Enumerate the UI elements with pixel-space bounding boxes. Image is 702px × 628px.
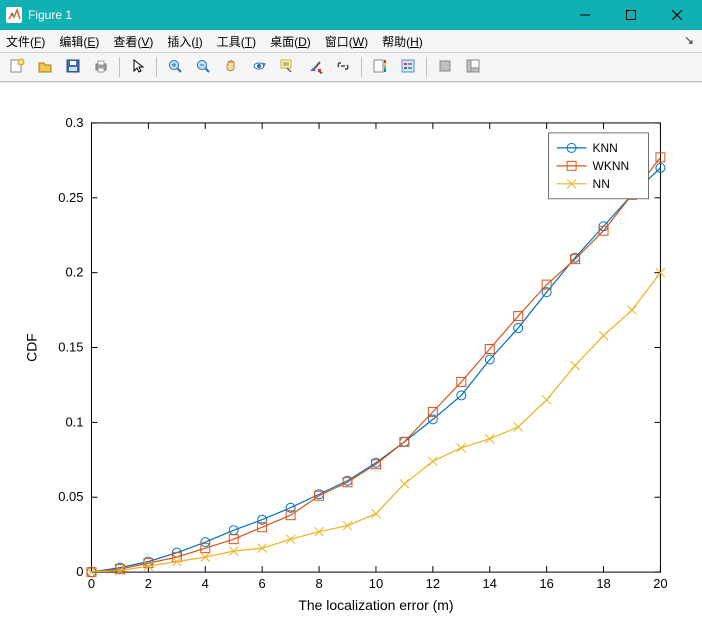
- open-file-button[interactable]: [32, 54, 58, 80]
- menu-file[interactable]: 文件(F): [6, 33, 45, 50]
- pointer-icon: [130, 58, 146, 77]
- zoom-in-icon: [167, 58, 183, 77]
- minimize-button[interactable]: [562, 0, 608, 30]
- figure-window: Figure 1 文件(F) 编辑(E) 查看(V) 插入(I) 工具(T) 桌…: [0, 0, 702, 628]
- titlebar: Figure 1: [0, 0, 702, 30]
- xtick-label: 8: [315, 576, 322, 591]
- ytick-label: 0.15: [58, 340, 83, 355]
- zoom-out-icon: [195, 58, 211, 77]
- zoom-out-button[interactable]: [190, 54, 216, 80]
- insert-legend-button[interactable]: [395, 54, 421, 80]
- ytick-label: 0.25: [58, 190, 83, 205]
- new-figure-icon: [9, 58, 25, 77]
- ytick-label: 0.1: [65, 414, 83, 429]
- xtick-label: 4: [202, 576, 209, 591]
- menu-desktop[interactable]: 桌面(D): [270, 33, 311, 50]
- legend-label: KNN: [593, 141, 618, 155]
- pan-button[interactable]: [218, 54, 244, 80]
- brush-button[interactable]: [302, 54, 328, 80]
- xtick-label: 14: [483, 576, 497, 591]
- menu-tools[interactable]: 工具(T): [217, 33, 256, 50]
- legend-icon: [400, 58, 416, 77]
- data-cursor-button[interactable]: [274, 54, 300, 80]
- open-file-icon: [37, 58, 53, 77]
- xtick-label: 12: [426, 576, 440, 591]
- hide-plot-tools-icon: [437, 58, 453, 77]
- xtick-label: 20: [653, 576, 667, 591]
- insert-colorbar-button[interactable]: [367, 54, 393, 80]
- window-title: Figure 1: [28, 8, 72, 22]
- brush-icon: [307, 58, 323, 77]
- ytick-label: 0.3: [65, 115, 83, 130]
- xtick-label: 2: [145, 576, 152, 591]
- xtick-label: 6: [259, 576, 266, 591]
- matlab-icon: [6, 7, 22, 23]
- maximize-button[interactable]: [608, 0, 654, 30]
- link-plots-button[interactable]: [330, 54, 356, 80]
- legend-label: NN: [593, 177, 610, 191]
- axes[interactable]: 0 2 4 6 8 10 12 14 16 18 20 0 0.05 0.1 0.15 0.2 0.25 0.3 T…: [0, 83, 702, 628]
- rotate-3d-icon: [251, 58, 267, 77]
- menu-edit[interactable]: 编辑(E): [59, 33, 99, 50]
- close-button[interactable]: [654, 0, 700, 30]
- figure-canvas[interactable]: 0 2 4 6 8 10 12 14 16 18 20 0 0.05 0.1 0.15 0.2 0.25 0.3 T…: [0, 82, 702, 628]
- link-icon: [335, 58, 351, 77]
- pan-icon: [223, 58, 239, 77]
- rotate-3d-button[interactable]: [246, 54, 272, 80]
- menu-insert[interactable]: 插入(I): [167, 33, 202, 50]
- menu-window[interactable]: 窗口(W): [325, 33, 368, 50]
- save-button[interactable]: [60, 54, 86, 80]
- new-figure-button[interactable]: [4, 54, 30, 80]
- xtick-label: 18: [596, 576, 610, 591]
- dock-arrow-icon[interactable]: ↘: [684, 33, 694, 47]
- print-icon: [93, 58, 109, 77]
- pointer-button[interactable]: [125, 54, 151, 80]
- ytick-label: 0: [76, 564, 83, 579]
- xtick-label: 16: [539, 576, 553, 591]
- menu-help[interactable]: 帮助(H): [382, 33, 423, 50]
- hide-plot-tools-button[interactable]: [432, 54, 458, 80]
- xtick-label: 0: [88, 576, 95, 591]
- show-plot-tools-button[interactable]: [460, 54, 486, 80]
- legend-label: WKNN: [593, 159, 630, 173]
- xlabel: The localization error (m): [298, 597, 453, 613]
- toolbar: [0, 53, 702, 82]
- menubar: 文件(F) 编辑(E) 查看(V) 插入(I) 工具(T) 桌面(D) 窗口(W…: [0, 30, 702, 53]
- xtick-label: 10: [369, 576, 383, 591]
- zoom-in-button[interactable]: [162, 54, 188, 80]
- print-button[interactable]: [88, 54, 114, 80]
- colorbar-icon: [372, 58, 388, 77]
- show-plot-tools-icon: [465, 58, 481, 77]
- save-icon: [65, 58, 81, 77]
- ylabel: CDF: [24, 333, 40, 362]
- ytick-label: 0.05: [58, 489, 83, 504]
- menu-view[interactable]: 查看(V): [113, 33, 153, 50]
- data-cursor-icon: [279, 58, 295, 77]
- ytick-label: 0.2: [65, 265, 83, 280]
